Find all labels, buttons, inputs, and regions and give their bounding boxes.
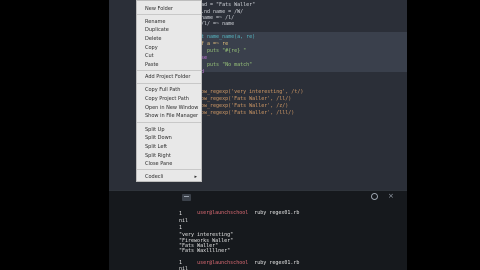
menu-item-paste[interactable]: Paste [145,62,159,68]
code-line: ow_regexp('Fats Waller', /ll/) [201,96,292,102]
menu-item-delete[interactable]: Delete [145,36,161,42]
prompt-command: ruby regex01.rb [248,210,300,216]
terminal-output-line: 1 [179,225,183,231]
menu-item-split-right[interactable]: Split Right [145,153,171,159]
code-line: ow_regexp('very interesting', /t/) [201,89,304,95]
menu-separator [137,169,201,170]
menu-separator [137,70,201,71]
code-line: /l/ =~ name [201,21,235,27]
gear-icon[interactable] [371,193,378,200]
terminal-icon[interactable] [182,194,191,201]
menu-separator [137,83,201,84]
menu-item-close-pane[interactable]: Close Pane [145,161,172,167]
terminal-prompt-line: user@launchschool ruby regex01.rb [179,254,299,270]
terminal-prompt-line: user@launchschool ruby regex01.rb [179,204,299,222]
code-line: ad = "Fats Waller" [201,2,256,8]
menu-item-open-in-new-window[interactable]: Open in New Window [145,105,198,111]
code-line: puts "#{re} " [201,48,247,54]
terminal-output-line: nil [179,218,189,224]
left-letterbox [0,0,109,270]
code-line: ow_regexp('Fats Waller', /lll/) [201,110,295,116]
screen: ad = "Fats Waller" .nd name = /W/ name =… [0,0,480,270]
menu-item-split-down[interactable]: Split Down [145,135,172,141]
code-line: ow_regexp('Fats Waller', /z/) [201,103,289,109]
menu-item-copy[interactable]: Copy [145,45,158,51]
menu-item-add-project-folder[interactable]: Add Project Folder [145,74,190,80]
menu-item-codecli[interactable]: Codecli [145,174,163,180]
menu-separator [137,14,201,15]
context-menu: New Folder Rename Duplicate Delete Copy … [136,0,202,182]
menu-item-split-left[interactable]: Split Left [145,144,167,150]
prompt-user: user@launchschool [197,210,249,216]
menu-item-show-in-file-manager[interactable]: Show in File Manager [145,113,198,119]
terminal-panel[interactable]: × user@launchschool ruby regex01.rb 1 ni… [109,190,407,270]
menu-item-new-folder[interactable]: New Folder [145,6,173,12]
menu-item-cut[interactable]: Cut [145,53,154,59]
prompt-user: user@launchschool [197,260,249,266]
right-letterbox [407,0,480,270]
menu-item-split-up[interactable]: Split Up [145,127,165,133]
terminal-output-line: nil [179,266,189,270]
terminal-output-line: 1 [179,211,183,217]
close-icon[interactable]: × [388,192,394,200]
code-line: f a =~ re [201,41,229,47]
menu-item-rename[interactable]: Rename [145,19,166,25]
code-line: puts "No match" [201,62,253,68]
chevron-right-icon: ▸ [194,174,197,180]
menu-item-duplicate[interactable]: Duplicate [145,27,169,33]
code-line: t name_name(a, re) [201,34,256,40]
menu-item-copy-full-path[interactable]: Copy Full Path [145,87,180,93]
menu-item-copy-project-path[interactable]: Copy Project Path [145,96,189,102]
prompt-command: ruby regex01.rb [248,260,300,266]
menu-separator [137,122,201,123]
